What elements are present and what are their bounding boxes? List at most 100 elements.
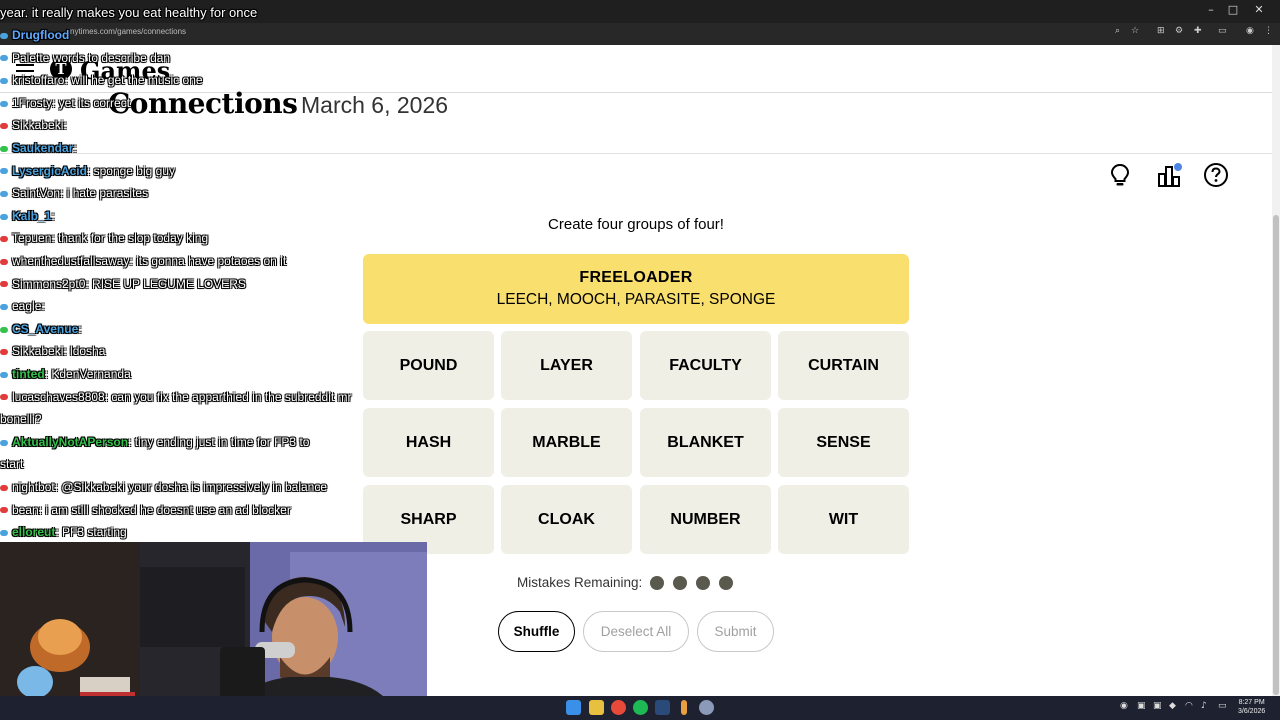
tray-icon[interactable]: ◉	[1120, 701, 1128, 711]
chat-text: Tepuen: thank for the slop today king	[12, 231, 209, 246]
chat-username[interactable]: Saukendar	[12, 141, 73, 155]
taskbar-clock[interactable]: 8:27 PM 3/6/2026	[1238, 698, 1265, 716]
clock-date: 3/6/2026	[1238, 708, 1266, 715]
close-window-icon[interactable]: ✕	[1248, 3, 1270, 16]
pen-icon[interactable]	[681, 700, 687, 715]
screen: – □ ✕ nytimes.com/games/connections ⌕ ☆ …	[0, 0, 1280, 720]
instructions: Create four groups of four!	[548, 216, 724, 233]
mistakes-label: Mistakes Remaining:	[517, 575, 643, 590]
stream-chat-overlay: year. it really makes you eat healthy fo…	[0, 0, 430, 545]
network-icon[interactable]: ◠	[1185, 701, 1193, 711]
chat-badge-icon	[0, 304, 8, 311]
word-tile[interactable]: MARBLE	[501, 408, 632, 477]
solved-category: FREELOADER	[579, 269, 693, 286]
maximize-icon[interactable]: □	[1222, 3, 1244, 16]
chat-username[interactable]: LysergicAcid	[12, 164, 87, 178]
chat-badge-icon	[0, 78, 8, 85]
chat-message: nightbot: @Sikkabeki your dosha is impre…	[0, 480, 327, 494]
chat-message: Kalb_1:	[0, 209, 55, 223]
chat-text: : KdenVernanda	[44, 367, 131, 381]
shuffle-button[interactable]: Shuffle	[498, 611, 575, 652]
zoom-icon[interactable]: ⌕	[1115, 26, 1120, 36]
chat-text: whenthedustfallsaway: its gonna have pot…	[12, 254, 287, 268]
settings-icon[interactable]	[699, 700, 714, 715]
puzzle-icon[interactable]: ✚	[1194, 26, 1202, 36]
scrollbar-thumb[interactable]	[1273, 215, 1279, 695]
chat-message: AktuallyNotAPerson: tiny ending just in …	[0, 435, 309, 449]
word-tile[interactable]: LAYER	[501, 331, 632, 400]
chat-badge-icon	[0, 394, 8, 401]
word-tile[interactable]: CURTAIN	[778, 331, 909, 400]
chat-username[interactable]: CS_Avenue	[12, 322, 78, 336]
file-explorer-icon[interactable]	[589, 700, 604, 715]
steam-icon[interactable]	[655, 700, 670, 715]
tray-icon[interactable]: ▣	[1137, 701, 1146, 711]
battery-icon[interactable]: ▭	[1218, 701, 1227, 711]
chat-message: Palette words to describe dan	[0, 51, 170, 65]
mistake-dot	[673, 576, 687, 590]
sidebar-icon[interactable]: ▭	[1218, 26, 1227, 36]
chat-message: bonelli?	[0, 412, 41, 426]
chat-username[interactable]: AktuallyNotAPerson	[12, 435, 128, 449]
bookmark-star-icon[interactable]: ☆	[1131, 26, 1139, 36]
chat-badge-icon	[0, 484, 8, 491]
mistake-dot	[650, 576, 664, 590]
leaderboard-icon[interactable]	[1156, 162, 1182, 188]
webcam-image	[0, 542, 427, 720]
chat-badge-icon	[0, 439, 8, 446]
tray-icon[interactable]: ◆	[1169, 701, 1176, 711]
chat-message: Sikkabeki: ldosha	[0, 344, 105, 358]
word-tile[interactable]: FACULTY	[640, 331, 771, 400]
chat-badge-icon	[0, 55, 8, 62]
word-tile[interactable]: WIT	[778, 485, 909, 554]
word-tile[interactable]: SENSE	[778, 408, 909, 477]
chat-badge-icon	[0, 145, 8, 152]
spotify-icon[interactable]	[633, 700, 648, 715]
mistake-dot	[696, 576, 710, 590]
help-icon[interactable]	[1203, 162, 1229, 188]
chrome-icon[interactable]	[611, 700, 626, 715]
chat-text: eagle:	[12, 299, 45, 314]
chat-text: Simmons2pt0: RISE UP LEGUME LOVERS	[12, 276, 246, 291]
chat-message: Tepuen: thank for the slop today king	[0, 231, 208, 245]
chat-message: year. it really makes you eat healthy fo…	[0, 5, 258, 20]
chat-username[interactable]: Kalb_1	[12, 209, 51, 223]
chat-badge-icon	[0, 326, 8, 333]
submit-button[interactable]: Submit	[697, 611, 774, 652]
chat-badge-icon	[0, 349, 8, 356]
volume-icon[interactable]: ♪	[1201, 701, 1207, 711]
chat-username[interactable]: Drugflood	[12, 28, 69, 42]
chat-badge-icon	[0, 530, 8, 537]
deselect-all-button[interactable]: Deselect All	[583, 611, 689, 652]
chat-text: : tiny ending just in time for FP3 to	[128, 434, 310, 449]
word-tile[interactable]: BLANKET	[640, 408, 771, 477]
chat-text: :	[73, 141, 77, 155]
chat-message: SaintVon: i hate parasites	[0, 186, 148, 200]
scrollbar[interactable]	[1272, 45, 1280, 696]
chat-badge-icon	[0, 123, 8, 130]
solved-group-yellow: FREELOADER LEECH, MOOCH, PARASITE, SPONG…	[363, 254, 909, 324]
extension-icon[interactable]: ⊞	[1157, 26, 1165, 36]
menu-dots-icon[interactable]: ⋮	[1264, 26, 1273, 36]
chat-badge-icon	[0, 236, 8, 243]
lightbulb-hint-icon[interactable]	[1107, 162, 1133, 188]
start-icon[interactable]	[566, 700, 581, 715]
profile-icon[interactable]: ◉	[1246, 26, 1254, 36]
word-tile[interactable]: NUMBER	[640, 485, 771, 554]
tray-icon[interactable]: ▣	[1153, 701, 1162, 711]
webcam-feed	[0, 542, 427, 720]
solved-words: LEECH, MOOCH, PARASITE, SPONGE	[496, 291, 776, 308]
chat-username[interactable]: tinted	[12, 367, 45, 381]
chat-badge-icon	[0, 371, 8, 378]
chat-username[interactable]: elloreut	[12, 525, 55, 539]
chat-badge-icon	[0, 32, 8, 39]
chat-badge-icon	[0, 100, 8, 107]
chat-message: lucaschaves8808: can you fix the apparth…	[0, 390, 352, 404]
chat-message: start	[0, 457, 23, 471]
chat-text: : sponge big guy	[86, 163, 175, 178]
chat-message: Drugflood	[0, 28, 69, 42]
chat-text: :	[78, 321, 82, 336]
minimize-icon[interactable]: –	[1200, 3, 1222, 16]
word-tile[interactable]: CLOAK	[501, 485, 632, 554]
extension-icon[interactable]: ⚙	[1175, 26, 1183, 36]
